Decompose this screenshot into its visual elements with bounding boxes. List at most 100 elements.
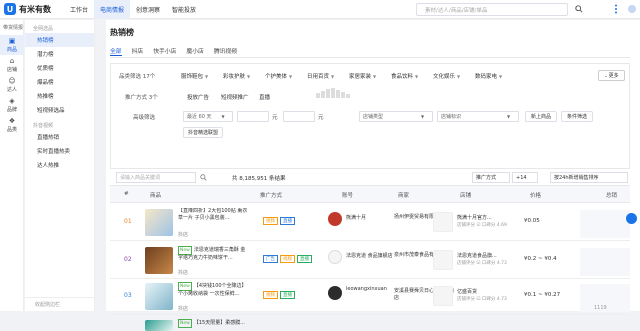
category-chip[interactable]: 数码家电 ▼ — [475, 72, 502, 81]
subnav-group-title: 全网选品 — [33, 26, 54, 32]
product-thumbnail[interactable] — [145, 283, 173, 310]
selection-alliance-button[interactable]: 抖音精选联盟 — [183, 127, 223, 138]
category-chip[interactable]: 家居家装 ▼ — [349, 72, 376, 81]
shop-name[interactable]: 法恩克道食品旗... — [457, 252, 497, 259]
global-search-input[interactable]: 素材/达人/商品/店铺/单品 — [416, 3, 568, 16]
promo-tag-video: 视频 — [280, 255, 295, 263]
product-name[interactable]: New 【15天限量】柔感膜... — [178, 319, 250, 329]
sidebar-item-products[interactable]: ▣ 商品 — [0, 35, 24, 55]
chevron-down-icon: ▼ — [221, 114, 225, 119]
promo-chip-video[interactable]: 短视频推广 — [221, 93, 249, 101]
search-icon[interactable] — [200, 174, 207, 181]
sidebar-item-label: 达人 — [6, 86, 17, 93]
sidebar-item-influencers[interactable]: ☺ 达人 — [0, 75, 24, 95]
period-select[interactable]: 最近 60 天 ▼ — [183, 111, 233, 122]
table-row[interactable]: 03 New 【4块钱100个全降边】个小烤收纳袋 一次性保鲜... 抖店 视频 … — [110, 278, 630, 315]
topnav-ecommerce[interactable]: 电商情报 — [94, 0, 131, 19]
keyword-search-input[interactable]: 请输入商品关键词 — [116, 172, 196, 183]
chat-support-icon[interactable] — [626, 213, 637, 224]
subnav-item-potential[interactable]: 潜力榜 — [25, 47, 94, 61]
product-thumbnail[interactable] — [145, 247, 173, 274]
brand-logo[interactable]: U 有米有数 — [4, 3, 64, 15]
account-avatar[interactable] — [328, 212, 342, 226]
new-badge: New — [178, 282, 192, 291]
product-name[interactable]: New 【4块钱100个全降边】个小烤收纳袋 一次性保鲜... — [178, 282, 250, 303]
topnav-workbench[interactable]: 工作台 — [64, 0, 94, 19]
more-vertical-icon[interactable] — [614, 4, 618, 14]
topnav-ads[interactable]: 智能投放 — [166, 0, 202, 19]
total-sales-cell — [580, 248, 630, 276]
column-header-total-sales[interactable]: 总销 — [606, 191, 617, 199]
platform-tabs: 全部 抖店 快手小店 魔小店 腾讯视频 — [110, 46, 247, 56]
promo-mode-select[interactable]: 推广方式 — [472, 172, 510, 183]
promo-tag-live: 直播 — [280, 217, 295, 225]
account-name[interactable]: leowangxinxuan — [346, 286, 396, 293]
sidebar-item-brands[interactable]: ◈ 品牌 — [0, 95, 24, 115]
product-thumbnail[interactable] — [145, 209, 173, 236]
category-chip[interactable]: 个护美体 ▼ — [265, 72, 292, 81]
subnav-item-realtime-live[interactable]: 实时直播热卖 — [25, 144, 94, 158]
sidebar-item-categories[interactable]: ❖ 品类 — [0, 115, 24, 135]
top-bar: U 有米有数 工作台 电商情报 创意洞察 智能投放 素材/达人/商品/店铺/单品 — [0, 0, 640, 19]
shop-score: 店铺评分 ☑ 口碑分 4.69 — [457, 223, 507, 228]
collapse-sidebar-button[interactable]: 收起侧边栏 — [25, 297, 95, 311]
account-avatar[interactable] — [328, 250, 342, 264]
table-row[interactable]: New 【15天限量】柔感膜... — [110, 315, 630, 331]
main-content: 热销榜 全部 抖店 快手小店 魔小店 腾讯视频 品类筛选 17个 服饰鞋包 ▼ 彩… — [106, 20, 640, 331]
category-chip[interactable]: 服饰鞋包 ▼ — [181, 72, 208, 81]
min-amount-input[interactable] — [237, 111, 269, 122]
sort-order-select[interactable]: 按24h新增销售排序 — [550, 172, 628, 183]
extra-filter-select[interactable]: +14 — [512, 172, 538, 183]
subnav-item-live-hot[interactable]: 直播热销 — [25, 130, 94, 144]
list-toolbar: 请输入商品关键词 共 8,185,951 条结果 推广方式 +14 按24h新增… — [110, 172, 630, 184]
column-header-price: 价格 — [530, 193, 542, 199]
shop-tag-select[interactable]: 店铺标识 ▼ — [437, 111, 519, 122]
sidebar-item-label: 店铺 — [6, 66, 17, 73]
tab-moxiaodian[interactable]: 魔小店 — [186, 46, 203, 56]
unit-label: 元 — [272, 115, 278, 121]
table-header: # 商品 推广方式 账号 商家 店铺 价格 总销 — [110, 185, 630, 203]
shop-name[interactable]: 亿盛百货 — [457, 288, 477, 295]
brand-name: 有米有数 — [19, 4, 51, 14]
account-avatar[interactable] — [328, 286, 342, 300]
sidebar-item-stores[interactable]: ⌂ 店铺 — [0, 55, 24, 75]
topnav-creative[interactable]: 创意洞察 — [130, 0, 166, 19]
promo-chip-live[interactable]: 直播 — [259, 93, 270, 101]
shop-type-select[interactable]: 店铺类型 ▼ — [359, 111, 433, 122]
tab-douyin[interactable]: 抖店 — [132, 46, 144, 56]
chevron-down-icon: ▼ — [331, 73, 335, 79]
product-thumbnail[interactable] — [145, 320, 173, 331]
category-chip-label: 个护美体 — [265, 74, 288, 80]
category-chip[interactable]: 食品饮料 ▼ — [391, 72, 418, 81]
account-name[interactable]: 法恩克道 食品旗舰店 — [346, 253, 396, 260]
more-categories-button[interactable]: ⌄ 更多 — [598, 70, 625, 81]
shop-name[interactable]: 熊满十月官方... — [457, 214, 492, 221]
new-products-button[interactable]: 新上商品 — [525, 111, 557, 122]
promo-tag-live: 直播 — [280, 291, 295, 299]
user-avatar[interactable] — [628, 5, 636, 13]
subnav-item-hot-sales[interactable]: 热销榜 — [25, 33, 94, 47]
table-row[interactable]: 01 【直降四折】2大包100贴 薰衣草一片 子贝小黑包装... 抖店 视频 直… — [110, 204, 630, 241]
category-chip[interactable]: 日用百货 ▼ — [307, 72, 335, 81]
max-amount-input[interactable] — [283, 111, 315, 122]
condition-filter-button[interactable]: 条件筛选 — [561, 111, 593, 122]
page-title: 热销榜 — [110, 28, 134, 37]
category-chip[interactable]: 彩妆护肤 ▼ — [223, 72, 250, 81]
subnav-item-quality[interactable]: 优质榜 — [25, 61, 94, 75]
category-chip[interactable]: 文化娱乐 ▼ — [433, 72, 461, 81]
tab-kuaishou[interactable]: 快手小店 — [153, 46, 176, 56]
subnav-item-explosive[interactable]: 爆品榜 — [25, 75, 94, 89]
product-title: 柔感膜... — [225, 320, 245, 326]
subnav-item-influencer-push[interactable]: 达人热推 — [25, 158, 94, 172]
account-name[interactable]: 熊满十月 — [346, 215, 396, 222]
promo-chip-ads[interactable]: 投放广告 — [187, 93, 209, 101]
subnav-item-short-video[interactable]: 短视频选品 — [25, 103, 94, 117]
chevron-down-icon: ▼ — [457, 73, 461, 79]
product-name[interactable]: New 法恩克道瑞香三角酥 金字塔巧克力牛奶味饼干... — [178, 246, 250, 267]
subnav-item-hot-push[interactable]: 热推榜 — [25, 89, 94, 103]
search-icon[interactable] — [575, 5, 583, 13]
tab-all[interactable]: 全部 — [110, 46, 122, 56]
tab-tencent-video[interactable]: 腾讯视频 — [214, 46, 237, 56]
table-row[interactable]: 02 New 法恩克道瑞香三角酥 金字塔巧克力牛奶味饼干... 抖店 广告 视频 … — [110, 242, 630, 279]
product-name[interactable]: 【直降四折】2大包100贴 薰衣草一片 子贝小黑包装... — [178, 208, 250, 229]
